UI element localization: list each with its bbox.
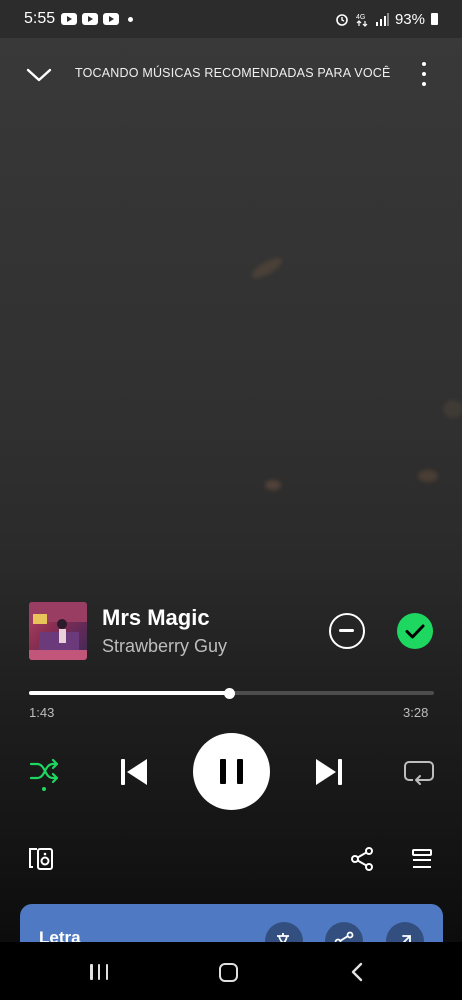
lyrics-label: Letra <box>39 928 81 942</box>
devices-icon <box>29 848 53 870</box>
lyrics-share-button[interactable] <box>325 922 363 942</box>
track-info: Mrs Magic Strawberry Guy <box>29 602 434 660</box>
connect-device-button[interactable] <box>27 845 55 873</box>
playing-context-title: TOCANDO MÚSICAS RECOMENDADAS PARA VOCÊ <box>75 66 391 80</box>
elapsed-time: 1:43 <box>29 705 55 720</box>
more-notifications-dot-icon <box>128 16 134 22</box>
shuffle-icon <box>29 758 59 784</box>
previous-button[interactable] <box>117 755 151 789</box>
translate-icon <box>277 933 289 942</box>
checkmark-icon <box>405 624 425 639</box>
home-icon[interactable] <box>219 963 238 982</box>
player-header: TOCANDO MÚSICAS RECOMENDADAS PARA VOCÊ <box>0 56 462 92</box>
battery-icon <box>431 13 438 25</box>
alarm-icon <box>336 14 348 26</box>
background-speck <box>265 480 281 490</box>
progress-fill <box>29 691 230 695</box>
svg-text:4G: 4G <box>356 14 365 21</box>
repeat-button[interactable] <box>403 758 435 786</box>
translate-button[interactable] <box>265 922 303 942</box>
next-button[interactable] <box>312 755 346 789</box>
game-controller-icon <box>82 13 99 25</box>
shuffle-button[interactable] <box>29 757 59 791</box>
liked-button[interactable] <box>397 613 433 649</box>
recent-apps-icon[interactable] <box>90 964 108 980</box>
lyrics-card[interactable]: Letra <box>20 904 443 942</box>
skip-next-icon <box>316 759 342 785</box>
progress-bar[interactable] <box>29 688 434 699</box>
battery-percent: 93% <box>394 10 425 28</box>
now-playing-screen: 5:55 4G 93% TOCANDO MÚSICAS RECOMENDADAS… <box>0 0 462 942</box>
system-icons: 4G 93% <box>335 11 438 28</box>
signal-icon <box>375 13 389 26</box>
album-cover[interactable] <box>29 602 87 660</box>
track-artist[interactable]: Strawberry Guy <box>102 636 227 657</box>
pause-icon <box>237 759 243 784</box>
back-icon[interactable] <box>350 962 364 982</box>
youtube-icon <box>61 13 78 25</box>
share-icon <box>351 847 373 871</box>
pause-icon <box>220 759 226 784</box>
total-time: 3:28 <box>403 705 429 720</box>
progress-thumb[interactable] <box>224 688 236 699</box>
system-navigation-bar <box>0 942 462 1000</box>
shuffle-active-dot <box>42 787 46 791</box>
chevron-down-icon[interactable] <box>26 64 52 84</box>
repeat-icon <box>404 761 434 785</box>
album-art-image <box>29 602 87 660</box>
more-options-icon[interactable] <box>412 60 436 88</box>
data-4g-icon: 4G <box>356 14 368 27</box>
background-speck <box>418 470 438 482</box>
hide-song-button[interactable] <box>329 613 365 649</box>
track-title[interactable]: Mrs Magic <box>102 605 210 631</box>
status-bar: 5:55 4G 93% <box>0 0 462 38</box>
background-speck <box>249 254 285 282</box>
queue-icon <box>412 849 432 868</box>
background-speck <box>443 400 462 418</box>
share-button[interactable] <box>350 846 374 872</box>
notification-icons <box>61 13 134 25</box>
expand-lyrics-button[interactable] <box>386 922 424 942</box>
expand-icon <box>402 935 411 942</box>
pause-button[interactable] <box>193 733 270 810</box>
status-time: 5:55 <box>24 10 56 27</box>
skip-previous-icon <box>121 759 147 785</box>
queue-button[interactable] <box>411 848 433 870</box>
youtube-icon <box>103 13 120 25</box>
share-icon <box>334 931 354 942</box>
